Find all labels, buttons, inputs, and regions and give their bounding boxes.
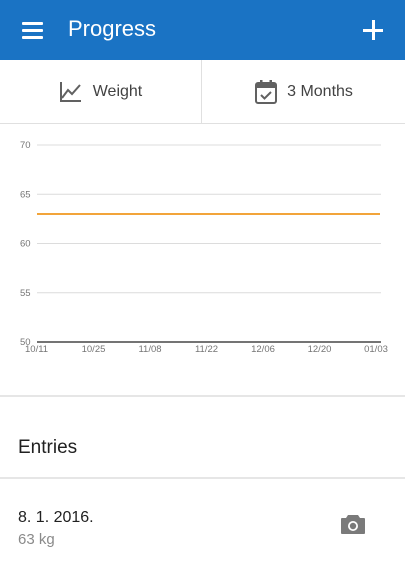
x-tick-label: 10/25 (82, 344, 106, 355)
menu-button[interactable] (12, 10, 52, 50)
y-tick-label: 55 (20, 288, 31, 299)
entries-title: Entries (18, 437, 78, 458)
y-tick-label: 65 (20, 189, 31, 200)
range-selector[interactable]: 3 Months (203, 60, 405, 123)
line-chart-icon (59, 81, 81, 102)
app-bar: Progress (0, 0, 405, 60)
x-tick-label: 12/20 (308, 344, 332, 355)
add-button[interactable] (353, 10, 393, 50)
metric-selector[interactable]: Weight (0, 60, 202, 123)
y-tick-label: 60 (20, 239, 31, 250)
entry-value: 63 kg (18, 531, 55, 548)
x-tick-label: 01/03 (364, 344, 388, 355)
y-tick-label: 70 (20, 140, 31, 151)
x-tick-label: 11/08 (138, 344, 161, 355)
camera-button[interactable] (340, 513, 370, 539)
x-tick-label: 12/06 (251, 344, 275, 355)
x-tick-label: 11/22 (195, 344, 218, 355)
metric-label: Weight (92, 82, 143, 100)
camera-icon (341, 515, 365, 534)
range-label: 3 Months (287, 82, 353, 100)
weight-chart: 50 55 60 65 70 10/11 10/25 11/08 11/22 12/06 12/20… (0, 124, 405, 364)
x-tick-label: 10/11 (25, 344, 48, 355)
menu-icon (22, 22, 43, 25)
chart-svg: 505560657010/11 10/25 11/08 11/22 12/06 12/20… (20, 140, 388, 355)
divider (0, 395, 405, 397)
page-title: Progress (68, 16, 157, 41)
filter-bar: Weight 3 Months (0, 60, 405, 124)
entry-row[interactable]: 8. 1. 2016. 63 kg (0, 479, 405, 571)
calendar-check-icon (255, 79, 278, 104)
entry-date: 8. 1. 2016. (18, 509, 94, 526)
